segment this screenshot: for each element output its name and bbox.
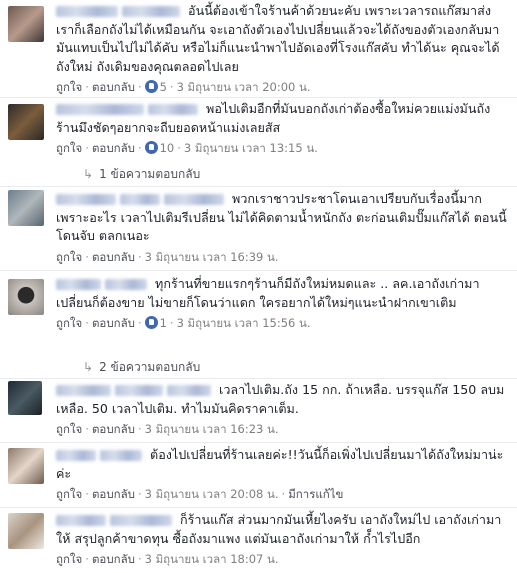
comment-time[interactable]: 3 มิถุนายน เวลา 16:39 น. [145, 250, 279, 264]
like-link[interactable]: ถูกใจ [56, 422, 82, 436]
divider [0, 270, 517, 271]
divider [0, 378, 517, 379]
like-link[interactable]: ถูกใจ [56, 250, 82, 264]
like-link[interactable]: ถูกใจ [56, 141, 82, 155]
commenter-name[interactable] [56, 104, 144, 115]
reply-link[interactable]: ตอบกลับ [92, 552, 135, 566]
avatar[interactable] [8, 513, 44, 549]
commenter-name[interactable] [167, 385, 211, 396]
commenter-name[interactable] [120, 194, 160, 205]
comment-actions: ถูกใจ · ตอบกลับ · 3 มิถุนายน เวลา 18:07 น. [56, 552, 279, 566]
commenter-name[interactable] [148, 104, 198, 115]
reply-link[interactable]: ตอบกลับ [92, 250, 135, 264]
comment-time[interactable]: 3 มิถุนายน เวลา 15:56 น. [177, 316, 311, 330]
like-count[interactable]: 5 [160, 80, 167, 94]
commenter-name[interactable] [56, 6, 118, 17]
commenter-name[interactable] [110, 515, 172, 526]
comment-actions: ถูกใจ · ตอบกลับ · 3 มิถุนายน เวลา 16:39 น. [56, 249, 279, 264]
comment-text: ต้องไปเปลี่ยนที่ร้านเลยค่ะ!!วันนี้ก็อเพิ… [56, 446, 507, 483]
commenter-name[interactable] [56, 515, 106, 526]
like-badge-icon[interactable] [144, 141, 158, 154]
like-link[interactable]: ถูกใจ [56, 487, 82, 501]
divider [0, 442, 517, 443]
avatar[interactable] [8, 6, 44, 42]
like-badge-icon[interactable] [144, 316, 158, 329]
reply-link[interactable]: ตอบกลับ [92, 141, 135, 155]
comment-text: พอไปเติมอีกที่มันบอกถังเก่าต้องซื้อใหม่ค… [56, 100, 507, 137]
like-link[interactable]: ถูกใจ [56, 316, 82, 330]
divider [0, 97, 517, 98]
comment-text: พวกเราชาวประชาโดนเอาเปรียบกับเรื่องนี้มา… [56, 190, 507, 246]
comment-time[interactable]: 3 มิถุนายน เวลา 18:07 น. [145, 552, 279, 566]
commenter-name[interactable] [115, 385, 163, 396]
comment-actions: ถูกใจ · ตอบกลับ · 3 มิถุนายน เวลา 20:08 น. · ม… [56, 487, 344, 501]
commenter-name[interactable] [122, 6, 180, 17]
like-link[interactable]: ถูกใจ [56, 552, 82, 566]
avatar[interactable] [8, 190, 44, 226]
comment-actions: ถูกใจ · ตอบกลับ · 3 มิถุนายน เวลา 16:23 น. [56, 422, 279, 436]
view-replies-link[interactable]: ↳ 2 ข้อความตอบกลับ [83, 359, 200, 375]
avatar[interactable] [8, 104, 44, 140]
comment-text: ก็ร้านแก๊ส ส่วนมากมันเหี้ยไงครับ เอาถังใ… [56, 511, 507, 548]
comment-actions: ถูกใจ · ตอบกลับ · 5 · 3 มิถุนายน เวลา 20:00 น. [56, 80, 311, 94]
comment-time[interactable]: 3 มิถุนายน เวลา 20:08 น. [145, 487, 279, 501]
avatar[interactable] [8, 279, 44, 315]
comment-text: อันนี้ต้องเข้าใจร้านค้าด้วยนะคับ เพราะเว… [56, 2, 507, 76]
comment-text: ทุกร้านที่ขายแรกๆร้านก็มีถังใหม่หมดและ .… [56, 275, 507, 312]
comment-time[interactable]: 3 มิถุนายน เวลา 16:23 น. [145, 422, 279, 436]
reply-link[interactable]: ตอบกลับ [92, 487, 135, 501]
comment-thread: อันนี้ต้องเข้าใจร้านค้าด้วยนะคับ เพราะเว… [0, 0, 517, 573]
commenter-name[interactable] [56, 450, 96, 461]
reply-link[interactable]: ตอบกลับ [92, 316, 135, 330]
divider [0, 186, 517, 187]
reply-link[interactable]: ตอบกลับ [92, 422, 135, 436]
commenter-name[interactable] [56, 194, 116, 205]
reply-link[interactable]: ตอบกลับ [92, 80, 135, 94]
view-replies-link[interactable]: ↳ 1 ข้อความตอบกลับ [83, 166, 200, 182]
commenter-name[interactable] [100, 450, 142, 461]
comment-text: เวลาไปเติม.ถัง 15 กก. ถ้าเหลือ. บรรจุแก๊… [56, 381, 507, 418]
edited-label[interactable]: มีการแก้ไข [288, 487, 343, 501]
like-count[interactable]: 1 [160, 316, 167, 330]
comment-time[interactable]: 3 มิถุนายน เวลา 20:00 น. [177, 80, 311, 94]
commenter-name[interactable] [56, 279, 101, 290]
like-badge-icon[interactable] [144, 80, 158, 93]
comment-time[interactable]: 3 มิถุนายน เวลา 13:15 น. [184, 141, 318, 155]
avatar[interactable] [8, 381, 42, 415]
commenter-name[interactable] [105, 279, 147, 290]
like-link[interactable]: ถูกใจ [56, 80, 82, 94]
divider [0, 507, 517, 508]
avatar[interactable] [8, 448, 44, 484]
comment-actions: ถูกใจ · ตอบกลับ · 1 · 3 มิถุนายน เวลา 15:56 น. [56, 316, 311, 330]
commenter-name[interactable] [56, 385, 111, 396]
commenter-name[interactable] [164, 194, 224, 205]
reply-arrow-icon: ↳ [83, 167, 94, 181]
comment-actions: ถูกใจ · ตอบกลับ · 10 · 3 มิถุนายน เวลา 13:15 น… [56, 141, 318, 155]
like-count[interactable]: 10 [160, 141, 175, 155]
reply-arrow-icon: ↳ [83, 360, 94, 374]
